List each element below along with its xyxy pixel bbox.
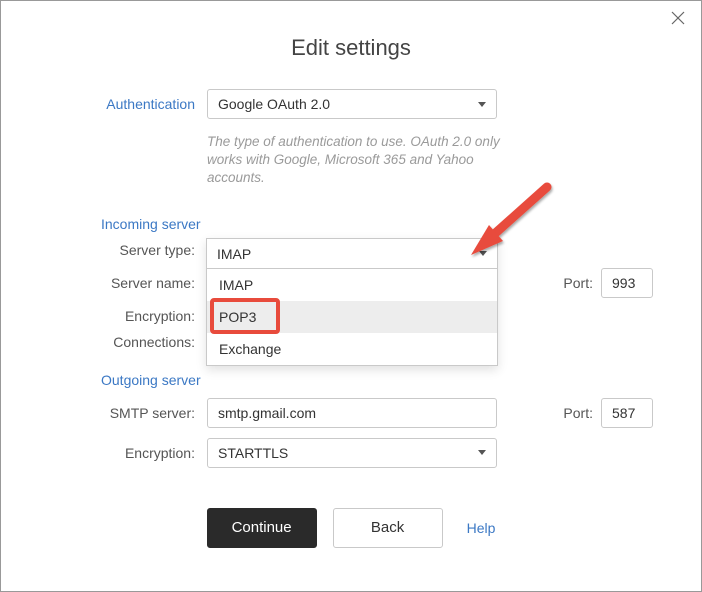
outgoing-port-input[interactable] <box>601 398 653 428</box>
auth-label: Authentication <box>49 96 207 112</box>
back-button[interactable]: Back <box>333 508 443 548</box>
server-type-option-exchange[interactable]: Exchange <box>207 333 497 365</box>
chevron-down-icon <box>478 102 486 107</box>
outgoing-encryption-selected: STARTTLS <box>218 445 478 461</box>
incoming-section-label: Incoming server <box>101 216 653 232</box>
outgoing-port-label: Port: <box>563 405 593 421</box>
incoming-port-input[interactable] <box>601 268 653 298</box>
help-link[interactable]: Help <box>467 520 496 536</box>
chevron-down-icon <box>479 251 487 256</box>
server-type-select[interactable]: IMAP <box>207 239 497 269</box>
auth-selected: Google OAuth 2.0 <box>218 96 478 112</box>
button-bar: Continue Back Help <box>49 508 653 548</box>
continue-button[interactable]: Continue <box>207 508 317 548</box>
auth-row: Authentication Google OAuth 2.0 <box>49 89 653 119</box>
auth-helper-row: The type of authentication to use. OAuth… <box>49 129 653 206</box>
server-type-options: IMAP POP3 Exchange <box>207 269 497 365</box>
server-type-selected: IMAP <box>217 246 251 262</box>
outgoing-section-label: Outgoing server <box>101 372 653 388</box>
dialog-window: Edit settings Authentication Google OAut… <box>0 0 702 592</box>
server-type-label: Server type: <box>49 242 207 258</box>
page-title: Edit settings <box>1 35 701 61</box>
outgoing-encryption-row: Encryption: STARTTLS <box>49 438 653 468</box>
server-type-dropdown: IMAP IMAP POP3 Exchange <box>206 238 498 366</box>
incoming-port-label: Port: <box>563 275 593 291</box>
smtp-row: SMTP server: Port: <box>49 398 653 428</box>
smtp-label: SMTP server: <box>49 405 207 421</box>
incoming-encryption-label: Encryption: <box>49 308 207 324</box>
outgoing-encryption-select[interactable]: STARTTLS <box>207 438 497 468</box>
smtp-input[interactable] <box>207 398 497 428</box>
server-type-option-imap[interactable]: IMAP <box>207 269 497 301</box>
server-name-label: Server name: <box>49 275 207 291</box>
server-type-option-pop3[interactable]: POP3 <box>207 301 497 333</box>
outgoing-encryption-label: Encryption: <box>49 445 207 461</box>
connections-label: Connections: <box>49 334 207 350</box>
auth-helper: The type of authentication to use. OAuth… <box>207 133 507 188</box>
close-icon[interactable] <box>671 11 685 25</box>
chevron-down-icon <box>478 450 486 455</box>
auth-select[interactable]: Google OAuth 2.0 <box>207 89 497 119</box>
